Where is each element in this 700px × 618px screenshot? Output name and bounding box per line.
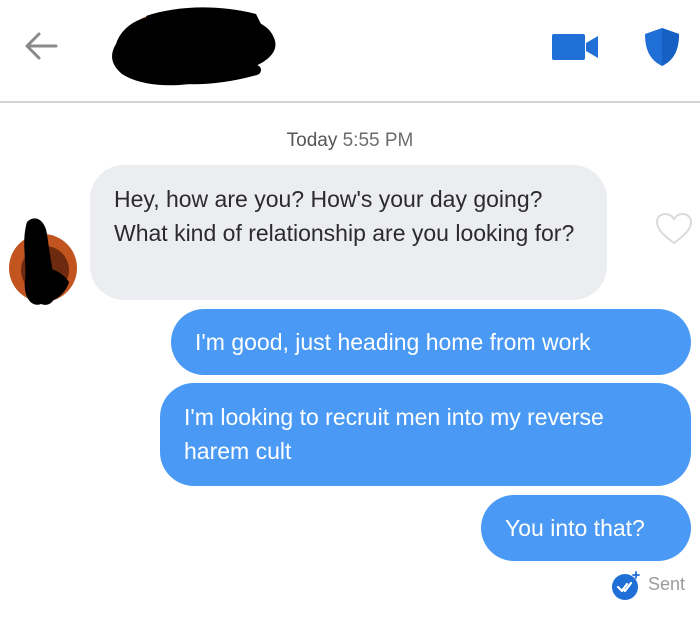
message-text: I'm good, just heading home from work — [195, 329, 591, 355]
message-text: I'm looking to recruit men into my rever… — [184, 404, 604, 464]
arrow-left-icon — [25, 32, 58, 60]
like-message-button[interactable] — [655, 212, 693, 246]
message-bubble-sent[interactable]: I'm good, just heading home from work — [171, 309, 691, 375]
timestamp-time: 5:55 PM — [342, 130, 414, 151]
message-bubble-received[interactable]: Hey, how are you? How's your day going? … — [90, 165, 607, 300]
heart-outline-icon — [655, 212, 693, 245]
message-status: Sent — [608, 568, 698, 602]
chat-header — [0, 0, 700, 101]
shield-icon — [645, 28, 679, 66]
safety-toolkit-button[interactable] — [641, 26, 683, 68]
video-camera-icon — [552, 34, 598, 60]
status-label: Sent — [648, 574, 686, 594]
timestamp-day: Today — [286, 130, 338, 151]
message-bubble-sent[interactable]: I'm looking to recruit men into my rever… — [160, 383, 691, 486]
match-avatar-redacted[interactable] — [5, 212, 83, 312]
message-text: Hey, how are you? How's your day going? … — [114, 186, 575, 246]
header-divider — [0, 101, 700, 103]
message-timestamp: Today 5:55 PM — [0, 130, 700, 152]
sent-check-icon — [612, 571, 640, 600]
video-call-button[interactable] — [550, 30, 602, 64]
message-text: You into that? — [505, 515, 645, 541]
message-bubble-sent[interactable]: You into that? — [481, 495, 691, 561]
match-profile-redacted[interactable] — [106, 4, 286, 94]
back-button[interactable] — [22, 26, 62, 66]
